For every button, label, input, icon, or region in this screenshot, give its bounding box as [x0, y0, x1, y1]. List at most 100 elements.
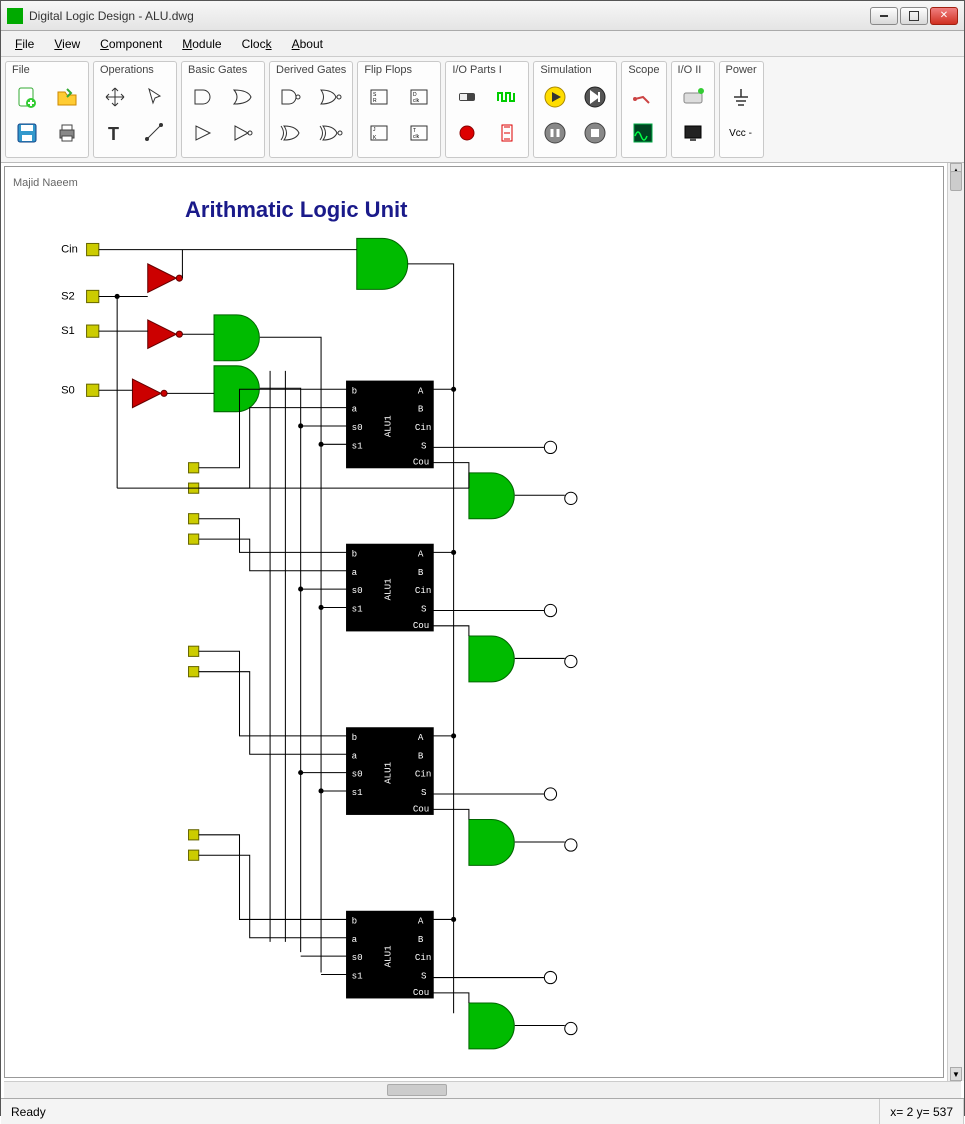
toolgroup-scope: Scope	[621, 61, 666, 158]
menu-about[interactable]: About	[284, 34, 331, 54]
nand-gate-tool[interactable]	[276, 82, 306, 112]
alu-chip-1: bA aB s0Cin s1S Cou ALU1	[347, 381, 434, 468]
toolgroup-io2: I/O II	[671, 61, 715, 158]
stop-button[interactable]	[580, 118, 610, 148]
svg-text:b: b	[352, 548, 358, 559]
text-tool[interactable]: T	[100, 118, 130, 148]
alu-chip-3: bA aB s0Cin s1S Cou ALU1	[347, 728, 434, 815]
and-gate-m1	[469, 473, 514, 519]
close-button[interactable]	[930, 7, 958, 25]
svg-text:S1: S1	[61, 325, 75, 337]
led-tool[interactable]	[452, 118, 482, 148]
svg-text:A: A	[418, 548, 424, 559]
svg-text:ALU1: ALU1	[382, 415, 393, 437]
svg-text:Cou: Cou	[413, 620, 429, 631]
and-gate-s1	[214, 315, 259, 361]
and-gate-m4	[469, 1003, 514, 1049]
clock-tool[interactable]	[492, 82, 522, 112]
svg-text:b: b	[352, 916, 358, 927]
save-button[interactable]	[12, 118, 42, 148]
statusbar: Ready x= 2 y= 537	[1, 1098, 964, 1124]
minimize-button[interactable]	[870, 7, 898, 25]
step-button[interactable]	[580, 82, 610, 112]
svg-text:R: R	[373, 98, 377, 104]
canvas[interactable]: Majid Naeem Arithmatic Logic Unit Cin S2…	[4, 166, 944, 1078]
window-title: Digital Logic Design - ALU.dwg	[29, 9, 870, 23]
svg-text:S: S	[421, 604, 427, 615]
sr-flipflop-tool[interactable]: SR	[364, 82, 394, 112]
toolbar: File Operations T Basic Gates	[1, 57, 964, 163]
maximize-button[interactable]	[900, 7, 928, 25]
switch-tool[interactable]	[452, 82, 482, 112]
oscilloscope-tool[interactable]	[628, 118, 658, 148]
xor-gate-tool[interactable]	[276, 118, 306, 148]
svg-text:s1: s1	[352, 440, 363, 451]
toolgroup-io1: I/O Parts I	[445, 61, 529, 158]
and-gate-tool[interactable]	[188, 82, 218, 112]
svg-text:s0: s0	[352, 422, 363, 433]
svg-text:a: a	[352, 404, 358, 415]
scroll-down-icon[interactable]: ▼	[950, 1067, 962, 1081]
7seg-tool[interactable]	[492, 118, 522, 148]
svg-text:s0: s0	[352, 585, 363, 596]
svg-text:a: a	[352, 750, 358, 761]
svg-text:B: B	[418, 567, 424, 578]
ground-tool[interactable]	[726, 82, 756, 112]
select-tool[interactable]	[140, 82, 170, 112]
menu-view[interactable]: View	[46, 34, 88, 54]
and-gate-m3	[469, 820, 514, 866]
window-controls	[870, 7, 958, 25]
menu-file[interactable]: File	[7, 34, 42, 54]
svg-text:s1: s1	[352, 787, 363, 798]
not-gate-3	[132, 379, 167, 408]
svg-text:Cou: Cou	[413, 803, 429, 814]
not-gate-tool[interactable]	[228, 118, 258, 148]
horizontal-scrollbar[interactable]	[4, 1081, 961, 1098]
menu-module[interactable]: Module	[174, 34, 229, 54]
svg-text:B: B	[418, 750, 424, 761]
probe-tool[interactable]	[628, 82, 658, 112]
t-flipflop-tool[interactable]: Tclk	[404, 118, 434, 148]
keyboard-tool[interactable]	[678, 82, 708, 112]
print-button[interactable]	[52, 118, 82, 148]
svg-text:Cin: Cin	[61, 244, 78, 256]
hscroll-thumb[interactable]	[387, 1084, 447, 1096]
pause-button[interactable]	[540, 118, 570, 148]
toolgroup-operations: Operations T	[93, 61, 177, 158]
or-gate-tool[interactable]	[228, 82, 258, 112]
menu-component[interactable]: Component	[92, 34, 170, 54]
svg-text:s0: s0	[352, 769, 363, 780]
vcc-tool[interactable]: Vcc -	[726, 118, 756, 148]
vertical-scrollbar[interactable]: ▲ ▼	[947, 163, 964, 1081]
workarea: Majid Naeem Arithmatic Logic Unit Cin S2…	[1, 163, 964, 1081]
svg-text:a: a	[352, 567, 358, 578]
and-gate-m2	[469, 636, 514, 682]
menu-clock[interactable]: Clock	[234, 34, 280, 54]
alu-chip-4: bA aB s0Cin s1S Cou ALU1	[347, 911, 434, 998]
play-button[interactable]	[540, 82, 570, 112]
svg-text:ALU1: ALU1	[382, 945, 393, 967]
move-tool[interactable]	[100, 82, 130, 112]
d-flipflop-tool[interactable]: Dclk	[404, 82, 434, 112]
svg-text:S: S	[421, 787, 427, 798]
not-gate-1	[148, 264, 183, 293]
svg-text:A: A	[418, 732, 424, 743]
svg-text:S: S	[421, 440, 427, 451]
status-ready: Ready	[1, 1099, 880, 1124]
nor-gate-tool[interactable]	[316, 82, 346, 112]
buffer-gate-tool[interactable]	[188, 118, 218, 148]
toolgroup-basic-gates: Basic Gates	[181, 61, 265, 158]
wire-tool[interactable]	[140, 118, 170, 148]
svg-text:B: B	[418, 934, 424, 945]
scroll-thumb[interactable]	[950, 171, 962, 191]
svg-text:Cin: Cin	[415, 585, 431, 596]
display-tool[interactable]	[678, 118, 708, 148]
titlebar: Digital Logic Design - ALU.dwg	[1, 1, 964, 31]
open-file-button[interactable]	[52, 82, 82, 112]
new-file-button[interactable]	[12, 82, 42, 112]
app-icon	[7, 8, 23, 24]
svg-text:b: b	[352, 732, 358, 743]
jk-flipflop-tool[interactable]: JK	[364, 118, 394, 148]
svg-text:Cou: Cou	[413, 987, 429, 998]
xnor-gate-tool[interactable]	[316, 118, 346, 148]
